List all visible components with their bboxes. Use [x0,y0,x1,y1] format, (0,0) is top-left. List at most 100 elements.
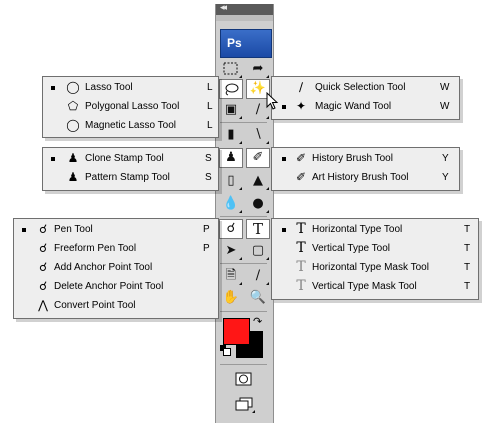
notes-icon: 🗎 [225,268,237,283]
foreground-color-swatch[interactable] [223,318,250,345]
stamp-tools-menu: ♟ Clone Stamp Tool S ♟ Pattern Stamp Too… [42,147,219,191]
collapse-icon[interactable]: ◂◂ [220,3,227,13]
menu-item-vertical-type-mask[interactable]: T Vertical Type Mask Tool T [272,277,478,296]
magic-wand-icon: ✦ [295,99,307,113]
healing-brush-tool-button[interactable]: ▮ [219,125,243,145]
marquee-tool-button[interactable] [219,59,243,79]
brush-icon: ∖ [253,127,263,142]
horizontal-type-mask-icon: T [296,259,306,275]
move-icon: ➦ [252,61,264,76]
crop-tool-button[interactable]: ▣ [219,100,243,120]
vertical-type-mask-icon: T [296,278,306,294]
paint-bucket-icon: ▲ [253,173,263,188]
logo-text: Ps [227,36,242,50]
type-icon: T [252,220,263,238]
hand-icon: ✋ [222,290,240,305]
magnifier-icon: 🔍 [249,290,267,305]
eraser-tool-button[interactable]: ▯ [219,171,243,191]
quick-mask-button[interactable] [232,369,256,389]
swap-colors-icon[interactable]: ↷ [253,315,262,328]
path-selection-tool-button[interactable]: ➤ [219,241,243,261]
quick-mask-icon [235,372,252,386]
menu-item-polygonal-lasso[interactable]: ⬠ Polygonal Lasso Tool L [43,97,218,116]
dodge-tool-button[interactable]: ● [246,194,270,214]
freeform-pen-icon: ☌ [38,241,48,255]
crop-icon: ▣ [224,102,238,117]
menu-item-horizontal-type-mask[interactable]: T Horizontal Type Mask Tool T [272,258,478,277]
photoshop-logo[interactable]: Ps [220,29,272,58]
menu-item-art-history-brush[interactable]: ✐ Art History Brush Tool Y [272,168,459,187]
selected-bullet [51,157,55,161]
selection-tools-menu: ∕ Quick Selection Tool W ✦ Magic Wand To… [271,76,460,120]
blur-tool-button[interactable]: 💧 [219,194,243,214]
lasso-icon [225,83,239,96]
lasso-tool-button[interactable] [219,79,243,99]
panel-header[interactable]: ◂◂ [216,3,273,15]
notes-tool-button[interactable]: 🗎 [219,266,243,286]
dodge-icon: ● [252,196,264,211]
rectangle-tool-button[interactable]: ▢ [246,241,270,261]
menu-item-delete-anchor-point[interactable]: ☌ Delete Anchor Point Tool [14,277,218,296]
history-brush-icon: ✐ [252,150,264,165]
pattern-stamp-icon: ♟ [67,170,79,184]
eyedropper-icon: ∕ [255,268,261,283]
horizontal-type-icon: T [296,221,306,237]
selected-bullet [282,105,286,109]
type-tool-button[interactable]: T [246,219,270,239]
rectangle-shape-icon: ▢ [251,243,265,258]
pen-nib-icon: ☌ [226,221,236,236]
menu-item-magnetic-lasso[interactable]: ◯ Magnetic Lasso Tool L [43,116,218,135]
stamp-icon: ♟ [225,150,237,165]
menu-item-add-anchor-point[interactable]: ☌ Add Anchor Point Tool [14,258,218,277]
selected-bullet [282,157,286,161]
brush-tool-button[interactable]: ∖ [246,125,270,145]
menu-item-pen[interactable]: ☌ Pen Tool P [14,220,218,239]
magic-wand-icon: ✨ [249,81,267,96]
menu-item-quick-selection[interactable]: ∕ Quick Selection Tool W [272,78,459,97]
art-history-brush-icon: ✐ [295,170,307,184]
history-brush-tools-menu: ✐ History Brush Tool Y ✐ Art History Bru… [271,147,460,191]
menu-item-horizontal-type[interactable]: T Horizontal Type Tool T [272,220,478,239]
menu-item-clone-stamp[interactable]: ♟ Clone Stamp Tool S [43,149,218,168]
menu-item-freeform-pen[interactable]: ☌ Freeform Pen Tool P [14,239,218,258]
menu-item-history-brush[interactable]: ✐ History Brush Tool Y [272,149,459,168]
rectangular-marquee-icon [223,62,238,75]
eyedropper-icon: ∕ [255,102,261,117]
color-sampler-tool-button[interactable]: ∕ [246,266,270,286]
magnetic-lasso-icon: ◯ [66,118,80,132]
panel-grip[interactable] [216,15,273,21]
clone-stamp-icon: ♟ [67,151,79,165]
blur-drop-icon: 💧 [222,196,240,211]
eraser-icon: ▯ [227,173,235,188]
bandage-icon: ▮ [227,127,235,142]
selected-bullet [282,228,286,232]
selected-bullet [51,86,55,90]
paint-bucket-tool-button[interactable]: ▲ [246,171,270,191]
menu-item-lasso[interactable]: ◯ Lasso Tool L [43,78,218,97]
move-tool-button[interactable]: ➦ [246,59,270,79]
history-brush-tool-button[interactable]: ✐ [246,148,270,168]
default-colors-icon-back [223,348,231,356]
arrow-pointer-icon: ➤ [225,243,237,258]
pen-tools-menu: ☌ Pen Tool P ☌ Freeform Pen Tool P ☌ Add… [13,218,219,319]
menu-item-pattern-stamp[interactable]: ♟ Pattern Stamp Tool S [43,168,218,187]
lasso-icon: ◯ [66,80,80,94]
history-brush-icon: ✐ [295,151,307,165]
vertical-type-icon: T [296,240,306,256]
pen-tool-button[interactable]: ☌ [219,219,243,239]
menu-item-vertical-type[interactable]: T Vertical Type Tool T [272,239,478,258]
polygonal-lasso-icon: ⬠ [67,99,79,113]
menu-item-magic-wand[interactable]: ✦ Magic Wand Tool W [272,97,459,116]
hand-tool-button[interactable]: ✋ [219,288,243,308]
selected-bullet [22,228,26,232]
convert-point-icon: ⋀ [38,298,48,312]
clone-stamp-tool-button[interactable]: ♟ [219,148,243,168]
menu-item-convert-point[interactable]: ⋀ Convert Point Tool [14,296,218,315]
delete-anchor-point-icon: ☌ [38,279,48,293]
zoom-tool-button[interactable]: 🔍 [246,288,270,308]
lasso-tools-menu: ◯ Lasso Tool L ⬠ Polygonal Lasso Tool L … [42,76,219,138]
screen-mode-button[interactable] [232,394,256,414]
screen-mode-icon [235,397,253,411]
mouse-cursor-icon [266,91,280,115]
type-tools-menu: T Horizontal Type Tool T T Vertical Type… [271,218,479,300]
